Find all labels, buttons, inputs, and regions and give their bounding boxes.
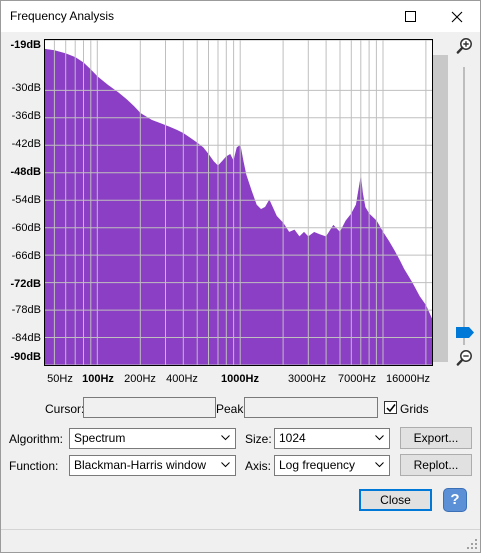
- axis-select[interactable]: Log frequency: [274, 455, 390, 476]
- zoom-slider-thumb[interactable]: [456, 327, 474, 338]
- help-button[interactable]: ?: [443, 488, 467, 512]
- db-label: -66dB: [11, 250, 41, 262]
- db-label: -19dB: [10, 39, 41, 51]
- zoom-out-icon[interactable]: [456, 349, 474, 367]
- chevron-down-icon: [375, 462, 384, 468]
- cursor-field[interactable]: [83, 397, 216, 418]
- spectrum-plot[interactable]: [44, 39, 433, 366]
- db-label: -42dB: [11, 138, 41, 150]
- size-select[interactable]: 1024: [274, 428, 390, 449]
- checkmark-icon: [385, 403, 396, 412]
- db-label: -72dB: [10, 278, 41, 290]
- algorithm-value: Spectrum: [74, 431, 126, 445]
- close-icon: [451, 11, 463, 22]
- hz-label: 7000Hz: [338, 373, 376, 385]
- function-value: Blackman-Harris window: [74, 458, 207, 472]
- axis-value: Log frequency: [279, 458, 356, 472]
- size-value: 1024: [279, 431, 306, 445]
- cursor-label: Cursor:: [45, 402, 85, 416]
- size-label: Size:: [245, 432, 272, 446]
- chevron-down-icon: [221, 435, 230, 441]
- title-bar: Frequency Analysis: [1, 1, 480, 32]
- hz-label: 16000Hz: [385, 373, 431, 385]
- status-bar: [1, 529, 480, 552]
- db-label: -78dB: [11, 304, 41, 316]
- hz-label: 100Hz: [82, 373, 114, 385]
- resize-grip-icon[interactable]: [466, 538, 478, 550]
- window-title: Frequency Analysis: [10, 9, 115, 23]
- vertical-scrollbar[interactable]: [433, 55, 448, 362]
- function-label: Function:: [9, 459, 59, 473]
- grids-label: Grids: [400, 402, 429, 416]
- db-label: -48dB: [10, 166, 41, 178]
- db-label: -30dB: [11, 82, 41, 94]
- hz-label: 200Hz: [124, 373, 156, 385]
- peak-label: Peak:: [216, 402, 247, 416]
- close-window-button[interactable]: [434, 1, 480, 32]
- maximize-button[interactable]: [388, 1, 434, 32]
- hz-label: 50Hz: [47, 373, 73, 385]
- zoom-slider-track[interactable]: [463, 67, 465, 345]
- db-label: -54dB: [11, 194, 41, 206]
- db-label: -84dB: [11, 332, 41, 344]
- zoom-in-icon[interactable]: [456, 37, 474, 55]
- close-button[interactable]: Close: [359, 489, 432, 511]
- db-label: -90dB: [10, 351, 41, 363]
- spectrum-svg: [45, 40, 432, 365]
- frequency-analysis-window: Frequency Analysis -19dB -30dB -36dB -42…: [0, 0, 481, 553]
- db-label: -36dB: [11, 110, 41, 122]
- hz-label: 1000Hz: [221, 373, 259, 385]
- chevron-down-icon: [375, 435, 384, 441]
- db-label: -60dB: [11, 222, 41, 234]
- algorithm-select[interactable]: Spectrum: [69, 428, 236, 449]
- hz-label: 3000Hz: [288, 373, 326, 385]
- export-button[interactable]: Export...: [400, 427, 472, 449]
- peak-field[interactable]: [244, 397, 378, 418]
- chevron-down-icon: [221, 462, 230, 468]
- replot-button[interactable]: Replot...: [400, 454, 472, 476]
- hz-label: 400Hz: [166, 373, 198, 385]
- axis-label: Axis:: [245, 459, 272, 473]
- grids-checkbox[interactable]: [384, 401, 397, 414]
- maximize-icon: [405, 10, 416, 22]
- function-select[interactable]: Blackman-Harris window: [69, 455, 236, 476]
- algorithm-label: Algorithm:: [9, 432, 64, 446]
- spectrum-area: [45, 48, 432, 365]
